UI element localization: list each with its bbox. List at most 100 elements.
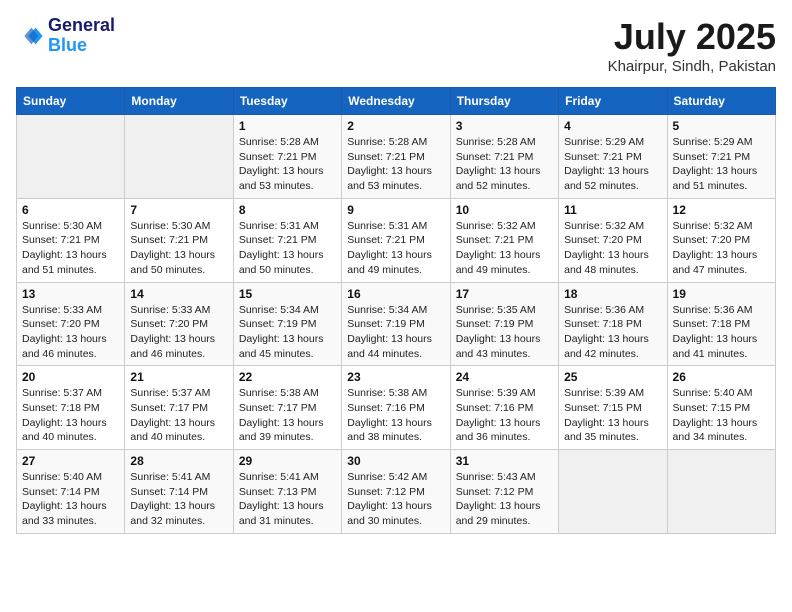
- calendar: SundayMondayTuesdayWednesdayThursdayFrid…: [16, 87, 776, 534]
- day-number: 18: [564, 287, 661, 301]
- day-number: 24: [456, 370, 553, 384]
- calendar-cell: 20Sunrise: 5:37 AM Sunset: 7:18 PM Dayli…: [17, 366, 125, 450]
- calendar-cell: 3Sunrise: 5:28 AM Sunset: 7:21 PM Daylig…: [450, 115, 558, 199]
- weekday-header: Monday: [125, 88, 233, 115]
- calendar-cell: [125, 115, 233, 199]
- calendar-body: 1 Sunrise: 5:28 AM Sunset: 7:21 PM Daylig…: [17, 115, 776, 534]
- day-number: 27: [22, 454, 119, 468]
- weekday-header: Tuesday: [233, 88, 341, 115]
- calendar-cell: 26 Sunrise: 5:40 AM Sunset: 7:15 PM Dayli…: [667, 366, 775, 450]
- day-info: Sunrise: 5:35 AM Sunset: 7:19 PM Dayligh…: [456, 303, 553, 362]
- day-info: Sunrise: 5:42 AM Sunset: 7:12 PM Dayligh…: [347, 470, 444, 529]
- day-info: Sunrise: 5:30 AM Sunset: 7:21 PM Dayligh…: [22, 219, 119, 278]
- day-number: 22: [239, 370, 336, 384]
- day-number: 17: [456, 287, 553, 301]
- calendar-cell: 17 Sunrise: 5:35 AM Sunset: 7:19 PM Dayli…: [450, 282, 558, 366]
- day-number: 1: [239, 119, 336, 133]
- weekday-row: SundayMondayTuesdayWednesdayThursdayFrid…: [17, 88, 776, 115]
- calendar-cell: 2Sunrise: 5:28 AM Sunset: 7:21 PM Daylig…: [342, 115, 450, 199]
- day-info: Sunrise: 5:32 AM Sunset: 7:21 PM Dayligh…: [456, 219, 553, 278]
- day-number: 9: [347, 203, 444, 217]
- day-number: 28: [130, 454, 227, 468]
- title-block: July 2025 Khairpur, Sindh, Pakistan: [608, 16, 776, 75]
- day-info: Sunrise: 5:33 AM Sunset: 7:20 PM Dayligh…: [22, 303, 119, 362]
- calendar-week: 27 Sunrise: 5:40 AM Sunset: 7:14 PM Dayli…: [17, 450, 776, 534]
- calendar-cell: 6 Sunrise: 5:30 AM Sunset: 7:21 PM Daylig…: [17, 198, 125, 282]
- calendar-cell: 5 Sunrise: 5:29 AM Sunset: 7:21 PM Daylig…: [667, 115, 775, 199]
- calendar-cell: 27 Sunrise: 5:40 AM Sunset: 7:14 PM Dayli…: [17, 450, 125, 534]
- day-info: Sunrise: 5:39 AM Sunset: 7:15 PM Dayligh…: [564, 386, 661, 445]
- day-number: 4: [564, 119, 661, 133]
- day-number: 25: [564, 370, 661, 384]
- day-info: Sunrise: 5:28 AM Sunset: 7:21 PM Dayligh…: [456, 135, 553, 194]
- calendar-week: 13 Sunrise: 5:33 AM Sunset: 7:20 PM Dayli…: [17, 282, 776, 366]
- calendar-cell: 23Sunrise: 5:38 AM Sunset: 7:16 PM Dayli…: [342, 366, 450, 450]
- calendar-cell: 7 Sunrise: 5:30 AM Sunset: 7:21 PM Daylig…: [125, 198, 233, 282]
- day-info: Sunrise: 5:38 AM Sunset: 7:17 PM Dayligh…: [239, 386, 336, 445]
- weekday-header: Friday: [559, 88, 667, 115]
- day-number: 2: [347, 119, 444, 133]
- calendar-cell: [559, 450, 667, 534]
- calendar-cell: 8Sunrise: 5:31 AM Sunset: 7:21 PM Daylig…: [233, 198, 341, 282]
- weekday-header: Saturday: [667, 88, 775, 115]
- day-info: Sunrise: 5:40 AM Sunset: 7:15 PM Dayligh…: [673, 386, 770, 445]
- calendar-cell: 4 Sunrise: 5:29 AM Sunset: 7:21 PM Daylig…: [559, 115, 667, 199]
- weekday-header: Sunday: [17, 88, 125, 115]
- weekday-header: Thursday: [450, 88, 558, 115]
- day-info: Sunrise: 5:32 AM Sunset: 7:20 PM Dayligh…: [564, 219, 661, 278]
- calendar-cell: 19 Sunrise: 5:36 AM Sunset: 7:18 PM Dayli…: [667, 282, 775, 366]
- day-info: Sunrise: 5:31 AM Sunset: 7:21 PM Dayligh…: [239, 219, 336, 278]
- day-number: 29: [239, 454, 336, 468]
- calendar-cell: 24 Sunrise: 5:39 AM Sunset: 7:16 PM Dayli…: [450, 366, 558, 450]
- day-number: 31: [456, 454, 553, 468]
- calendar-cell: 11 Sunrise: 5:32 AM Sunset: 7:20 PM Dayli…: [559, 198, 667, 282]
- calendar-cell: 10 Sunrise: 5:32 AM Sunset: 7:21 PM Dayli…: [450, 198, 558, 282]
- day-number: 16: [347, 287, 444, 301]
- day-number: 13: [22, 287, 119, 301]
- calendar-cell: 21Sunrise: 5:37 AM Sunset: 7:17 PM Dayli…: [125, 366, 233, 450]
- day-info: Sunrise: 5:31 AM Sunset: 7:21 PM Dayligh…: [347, 219, 444, 278]
- day-info: Sunrise: 5:36 AM Sunset: 7:18 PM Dayligh…: [564, 303, 661, 362]
- day-info: Sunrise: 5:43 AM Sunset: 7:12 PM Dayligh…: [456, 470, 553, 529]
- day-number: 10: [456, 203, 553, 217]
- calendar-cell: 15Sunrise: 5:34 AM Sunset: 7:19 PM Dayli…: [233, 282, 341, 366]
- location: Khairpur, Sindh, Pakistan: [608, 58, 776, 75]
- calendar-cell: 25 Sunrise: 5:39 AM Sunset: 7:15 PM Dayli…: [559, 366, 667, 450]
- day-number: 12: [673, 203, 770, 217]
- day-info: Sunrise: 5:30 AM Sunset: 7:21 PM Dayligh…: [130, 219, 227, 278]
- day-info: Sunrise: 5:39 AM Sunset: 7:16 PM Dayligh…: [456, 386, 553, 445]
- day-info: Sunrise: 5:29 AM Sunset: 7:21 PM Dayligh…: [673, 135, 770, 194]
- day-number: 26: [673, 370, 770, 384]
- calendar-cell: 9 Sunrise: 5:31 AM Sunset: 7:21 PM Daylig…: [342, 198, 450, 282]
- day-number: 6: [22, 203, 119, 217]
- calendar-cell: 22 Sunrise: 5:38 AM Sunset: 7:17 PM Dayli…: [233, 366, 341, 450]
- day-number: 21: [130, 370, 227, 384]
- day-number: 23: [347, 370, 444, 384]
- calendar-cell: 16 Sunrise: 5:34 AM Sunset: 7:19 PM Dayli…: [342, 282, 450, 366]
- day-number: 15: [239, 287, 336, 301]
- day-info: Sunrise: 5:29 AM Sunset: 7:21 PM Dayligh…: [564, 135, 661, 194]
- calendar-week: 20Sunrise: 5:37 AM Sunset: 7:18 PM Dayli…: [17, 366, 776, 450]
- calendar-header: SundayMondayTuesdayWednesdayThursdayFrid…: [17, 88, 776, 115]
- logo-text: General Blue: [48, 16, 115, 56]
- day-info: Sunrise: 5:41 AM Sunset: 7:13 PM Dayligh…: [239, 470, 336, 529]
- month-title: July 2025: [608, 16, 776, 58]
- day-number: 30: [347, 454, 444, 468]
- calendar-cell: [17, 115, 125, 199]
- day-number: 14: [130, 287, 227, 301]
- calendar-cell: 28 Sunrise: 5:41 AM Sunset: 7:14 PM Dayli…: [125, 450, 233, 534]
- day-number: 7: [130, 203, 227, 217]
- day-number: 5: [673, 119, 770, 133]
- calendar-cell: 18 Sunrise: 5:36 AM Sunset: 7:18 PM Dayli…: [559, 282, 667, 366]
- day-info: Sunrise: 5:36 AM Sunset: 7:18 PM Dayligh…: [673, 303, 770, 362]
- calendar-cell: 31 Sunrise: 5:43 AM Sunset: 7:12 PM Dayli…: [450, 450, 558, 534]
- calendar-cell: 30 Sunrise: 5:42 AM Sunset: 7:12 PM Dayli…: [342, 450, 450, 534]
- day-number: 20: [22, 370, 119, 384]
- day-number: 11: [564, 203, 661, 217]
- day-info: Sunrise: 5:41 AM Sunset: 7:14 PM Dayligh…: [130, 470, 227, 529]
- calendar-week: 6 Sunrise: 5:30 AM Sunset: 7:21 PM Daylig…: [17, 198, 776, 282]
- calendar-week: 1 Sunrise: 5:28 AM Sunset: 7:21 PM Daylig…: [17, 115, 776, 199]
- day-info: Sunrise: 5:40 AM Sunset: 7:14 PM Dayligh…: [22, 470, 119, 529]
- day-info: Sunrise: 5:34 AM Sunset: 7:19 PM Dayligh…: [347, 303, 444, 362]
- day-number: 19: [673, 287, 770, 301]
